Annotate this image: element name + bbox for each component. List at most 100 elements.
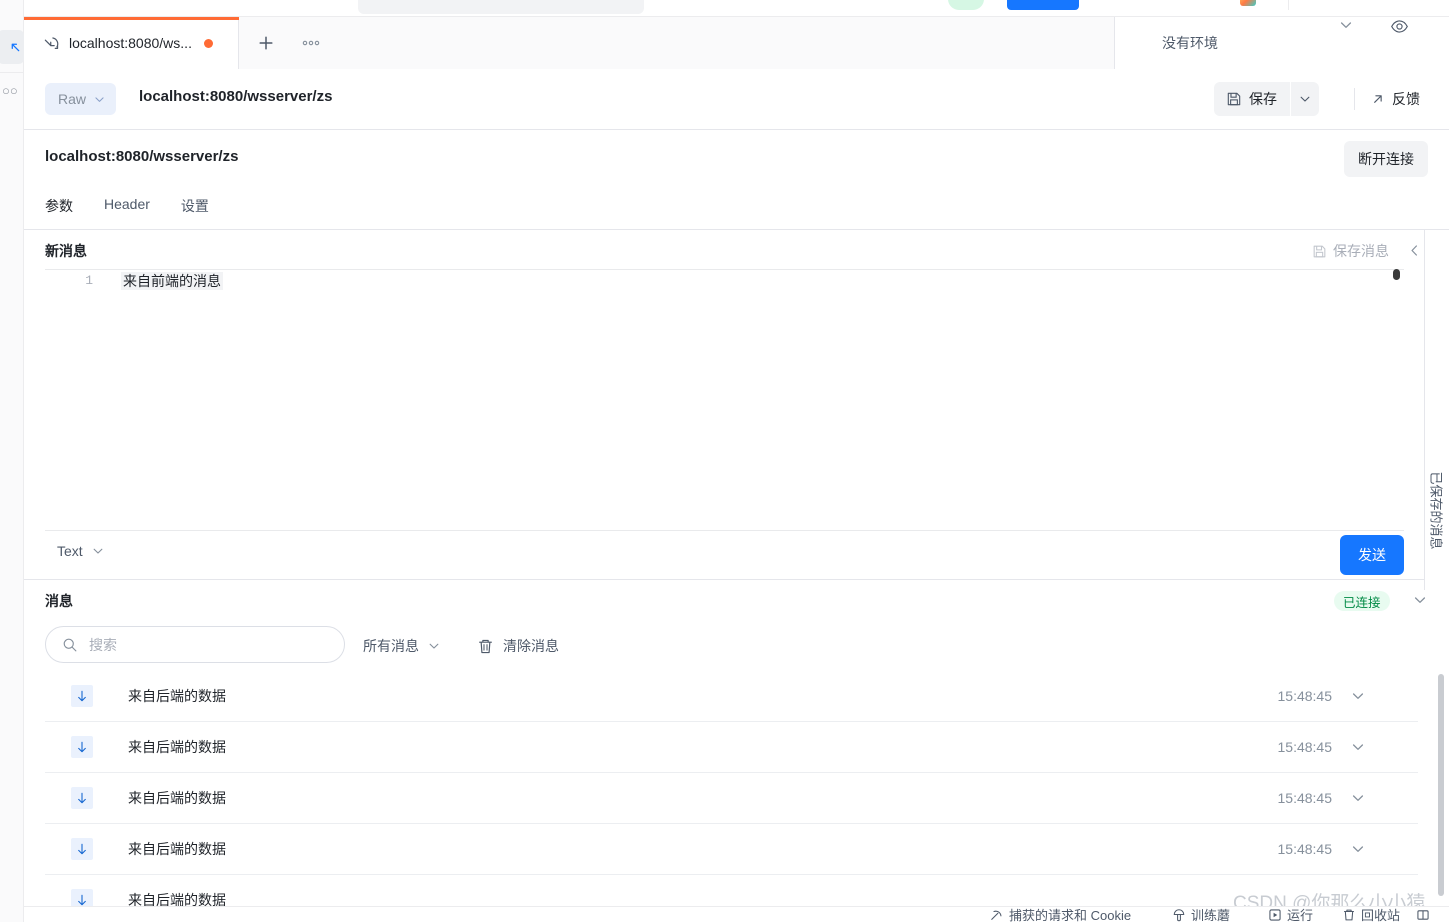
save-dropdown-button[interactable]	[1291, 82, 1319, 116]
url-input[interactable]: localhost:8080/wsserver/zs	[139, 88, 332, 105]
disconnect-label: 断开连接	[1358, 151, 1414, 167]
editor-scrollbar-thumb[interactable]	[1393, 269, 1400, 280]
chevron-down-icon	[429, 643, 439, 649]
message-type-selector[interactable]: Text	[57, 543, 105, 559]
arrow-down-icon	[71, 787, 93, 809]
save-button[interactable]: 保存	[1214, 82, 1290, 116]
message-list[interactable]: 来自后端的数据 15:48:45 来自后端的数据 15:48:45 来自后端的数…	[45, 671, 1418, 922]
app-logo-sliver	[1240, 0, 1256, 6]
chevron-down-icon[interactable]	[1350, 739, 1366, 755]
message-filter-label: 所有消息	[363, 638, 419, 654]
status-training-label: 训练蘑	[1191, 908, 1231, 922]
save-message-button[interactable]: 保存消息	[1312, 241, 1389, 261]
external-link-icon	[1374, 95, 1382, 103]
tab-overflow-button[interactable]	[297, 31, 325, 55]
editor-section-divider	[24, 579, 1449, 580]
arrow-down-icon	[71, 685, 93, 707]
tab-strip: localhost:8080/ws... 没有环境	[24, 17, 1449, 69]
save-message-label: 保存消息	[1333, 243, 1389, 259]
app-window: ○○ localhost:8080/ws... 没有环境 Raw localho…	[0, 0, 1449, 922]
table-row[interactable]: 来自后端的数据 15:48:45	[45, 671, 1418, 722]
message-time: 15:48:45	[1277, 790, 1333, 806]
plus-icon	[259, 36, 273, 50]
table-row[interactable]: 来自后端的数据 15:48:45	[45, 722, 1418, 773]
chevron-down-icon[interactable]	[1350, 790, 1366, 806]
sidebar-collapse-button[interactable]	[0, 30, 24, 64]
editor-content: 来自前端的消息	[123, 273, 221, 289]
tab-unsaved-dot	[203, 38, 213, 48]
chevron-down-icon[interactable]	[1350, 688, 1366, 704]
message-filter-selector[interactable]: 所有消息	[363, 636, 441, 656]
tab-header[interactable]: Header	[104, 196, 150, 228]
save-button-group: 保存	[1214, 82, 1319, 116]
status-recycle-label: 回收站	[1361, 908, 1401, 922]
request-title: localhost:8080/wsserver/zs	[45, 148, 239, 165]
status-run-label: 运行	[1287, 908, 1314, 922]
status-badge: 已连接	[1334, 591, 1390, 611]
tab-settings[interactable]: 设置	[181, 196, 209, 228]
send-button[interactable]: 发送	[1340, 535, 1404, 575]
antenna-icon	[991, 910, 1002, 920]
chevron-left-icon[interactable]	[1404, 240, 1424, 260]
editor-scroll-track	[1394, 280, 1399, 526]
editor-active-line[interactable]: 来自前端的消息	[121, 272, 223, 290]
layout-icon	[1417, 909, 1429, 920]
messages-collapse-chevron-down-icon[interactable]	[1412, 592, 1428, 608]
message-time: 15:48:45	[1277, 739, 1333, 755]
tab-label: localhost:8080/ws...	[69, 35, 192, 51]
editor-footer-divider	[45, 530, 1404, 531]
status-training[interactable]: 训练蘑	[1172, 905, 1230, 922]
save-icon	[1313, 245, 1326, 257]
message-text: 来自后端的数据	[128, 739, 226, 755]
send-button-label: 发送	[1358, 547, 1386, 563]
table-row[interactable]: 来自后端的数据 15:48:45	[45, 773, 1418, 824]
rail-divider	[0, 72, 24, 73]
status-captured-requests[interactable]: 捕获的请求和 Cookie	[990, 905, 1131, 922]
request-subtabs: 参数 Header 设置	[45, 196, 209, 228]
disconnect-button[interactable]: 断开连接	[1344, 141, 1428, 177]
environment-chevron-down-icon[interactable]	[1338, 17, 1354, 33]
messages-title: 消息	[45, 593, 73, 609]
save-button-label: 保存	[1249, 91, 1277, 107]
new-message-header: 新消息 保存消息	[24, 230, 1449, 268]
trash-icon	[479, 639, 492, 653]
new-message-title: 新消息	[45, 243, 87, 259]
message-time: 15:48:45	[1277, 841, 1333, 857]
editor-line-number: 1	[85, 273, 93, 288]
eye-icon[interactable]	[1390, 17, 1409, 36]
chevron-down-icon	[95, 96, 104, 102]
message-text: 来自后端的数据	[128, 841, 226, 857]
status-pill-sliver	[948, 0, 984, 10]
toolbar-divider	[1354, 88, 1355, 110]
feedback-button[interactable]: 反馈	[1371, 89, 1420, 109]
search-placeholder: 搜索	[89, 636, 117, 653]
editor-gutter: 1	[45, 270, 105, 527]
rail-more-button[interactable]: ○○	[2, 84, 18, 97]
feedback-label: 反馈	[1392, 91, 1420, 107]
tab-active-indicator	[24, 17, 239, 20]
clear-messages-button[interactable]: 清除消息	[477, 636, 559, 656]
saved-messages-label: 已保存的消息	[1428, 471, 1444, 550]
tab-params[interactable]: 参数	[45, 196, 73, 228]
message-editor[interactable]: 1 来自前端的消息	[45, 269, 1404, 526]
top-chrome-sliver	[0, 0, 1449, 17]
status-run[interactable]: 运行	[1268, 905, 1313, 922]
tab-strip-empty-area	[239, 17, 1114, 69]
message-text: 来自后端的数据	[128, 688, 226, 704]
new-tab-button[interactable]	[252, 29, 280, 57]
global-search-sliver[interactable]	[358, 0, 644, 14]
message-type-label: Text	[57, 543, 83, 559]
clear-messages-label: 清除消息	[503, 638, 559, 654]
tab-websocket-request[interactable]: localhost:8080/ws...	[24, 17, 239, 69]
status-layout-toggle[interactable]	[1416, 908, 1430, 922]
search-input[interactable]: 搜索	[45, 626, 345, 663]
primary-button-sliver[interactable]	[1007, 0, 1079, 10]
status-recycle-bin[interactable]: 回收站	[1342, 905, 1400, 922]
table-row[interactable]: 来自后端的数据 15:48:45	[45, 824, 1418, 875]
chevron-down-icon	[1300, 96, 1310, 102]
message-list-scrollbar[interactable]	[1438, 674, 1444, 896]
saved-messages-rail[interactable]: 已保存的消息	[1424, 230, 1449, 590]
protocol-selector[interactable]: Raw	[45, 83, 117, 115]
mushroom-icon	[1173, 908, 1185, 921]
chevron-down-icon[interactable]	[1350, 841, 1366, 857]
